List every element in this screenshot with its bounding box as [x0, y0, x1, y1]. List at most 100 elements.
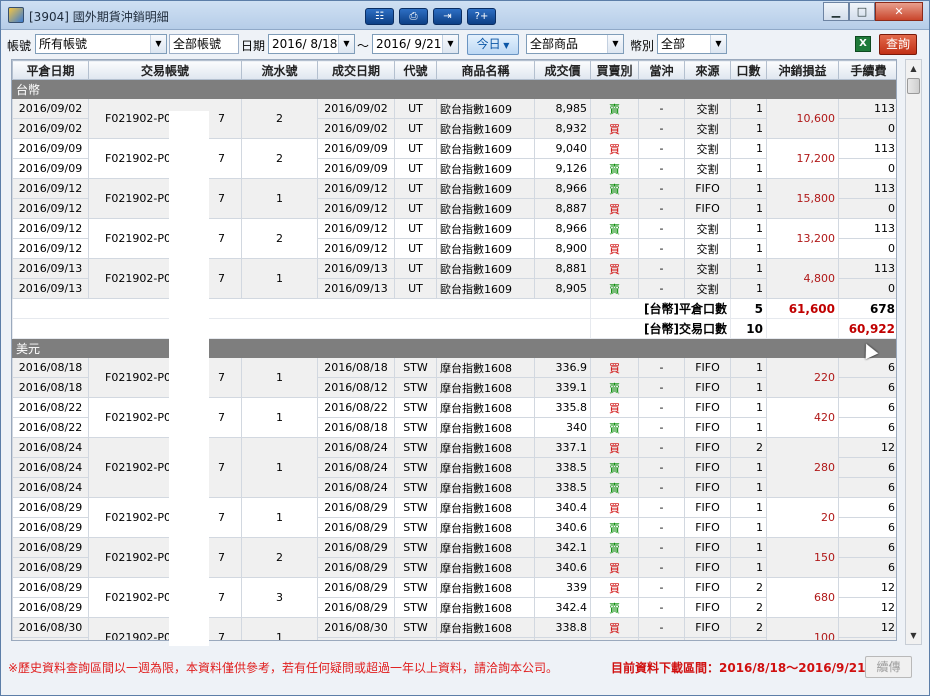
- source-cell: FIFO: [684, 597, 731, 618]
- close-date-cell: 2016/08/24: [12, 437, 89, 458]
- product-name-cell: 摩台指數1608: [436, 417, 535, 438]
- layout-icon[interactable]: ☷: [365, 8, 394, 25]
- vertical-scrollbar[interactable]: ▲ ▼: [905, 59, 922, 645]
- table-row[interactable]: 2016/09/13 F021902-P02 7 1 2016/09/13 UT 歐台指數1…: [12, 258, 896, 299]
- currency-select[interactable]: 全部 ▼: [657, 34, 727, 54]
- trade-date-cell: 2016/09/12: [317, 238, 395, 259]
- table-row[interactable]: 2016/08/18 F021902-P02 7 1 2016/08/18 STW 摩台指數…: [12, 357, 896, 398]
- table-row[interactable]: 2016/09/02 F021902-P02 7 2 2016/09/02 UT 歐台指數1…: [12, 98, 896, 139]
- account-cell: F021902-P02 7: [88, 178, 242, 219]
- table-row[interactable]: 2016/09/09 F021902-P02 7 2 2016/09/09 UT 歐台指數1…: [12, 138, 896, 179]
- side-cell: 賣: [590, 517, 639, 538]
- trade-date-cell: 2016/08/29: [317, 497, 395, 518]
- summary-row: [台幣]交易口數 10 60,922: [12, 318, 896, 339]
- table-row[interactable]: 2016/09/12 F021902-P02 7 2 2016/09/12 UT 歐台指數1…: [12, 218, 896, 259]
- column-header[interactable]: 商品名稱: [436, 60, 535, 80]
- fee-cell: 12: [838, 597, 896, 618]
- excel-export-icon[interactable]: X: [855, 36, 871, 52]
- grid-header-row: 平倉日期 交易帳號 流水號 成交日期 代號 商品名稱 成交價 買賣別 當沖 來源 口數 沖銷損益 手續費: [12, 60, 896, 80]
- side-cell: 買: [590, 198, 639, 219]
- qty-cell: 2: [730, 617, 767, 638]
- column-header[interactable]: 當沖: [638, 60, 685, 80]
- product-select[interactable]: 全部商品 ▼: [526, 34, 624, 54]
- print-icon[interactable]: ⎙: [399, 8, 428, 25]
- table-row[interactable]: 2016/08/24 F021902-P02 7 1 2016/08/24 STW 摩台指數…: [12, 437, 896, 498]
- minimize-button[interactable]: ▁: [823, 2, 849, 21]
- column-header[interactable]: 流水號: [241, 60, 318, 80]
- table-row[interactable]: 2016/08/22 F021902-P02 7 1 2016/08/22 STW 摩台指數…: [12, 397, 896, 438]
- source-cell: FIFO: [684, 577, 731, 598]
- table-row[interactable]: 2016/08/29 F021902-P02 7 3 2016/08/29 STW 摩台指數…: [12, 577, 896, 618]
- table-row[interactable]: 2016/09/12 F021902-P02 7 1 2016/09/12 UT 歐台指數1…: [12, 178, 896, 219]
- close-button[interactable]: ✕: [875, 2, 923, 21]
- fee-cell: 0: [838, 158, 896, 179]
- column-header[interactable]: 口數: [730, 60, 767, 80]
- column-header[interactable]: 來源: [684, 60, 731, 80]
- scroll-up-icon[interactable]: ▲: [906, 60, 921, 77]
- scroll-thumb[interactable]: [907, 78, 920, 94]
- close-date-cell: 2016/08/30: [12, 617, 89, 638]
- account-cell: F021902-P02 7: [88, 258, 242, 299]
- price-cell: 338.8: [534, 617, 591, 638]
- pnl-cell: 100: [766, 617, 839, 640]
- product-name-cell: 歐台指數1609: [436, 158, 535, 179]
- side-cell: 買: [590, 577, 639, 598]
- trade-date-cell: 2016/08/22: [317, 397, 395, 418]
- column-header[interactable]: 買賣別: [590, 60, 639, 80]
- column-header[interactable]: 平倉日期: [12, 60, 89, 80]
- column-header[interactable]: 成交價: [534, 60, 591, 80]
- product-name-cell: 摩台指數1608: [436, 497, 535, 518]
- maximize-button[interactable]: □: [849, 2, 875, 21]
- account-prefix: F021902-P02: [105, 591, 178, 604]
- continue-download-button[interactable]: 續傳: [865, 656, 912, 678]
- pnl-cell: 220: [766, 357, 839, 398]
- date-to-picker[interactable]: 2016/ 9/21 ▼: [372, 34, 459, 54]
- column-header[interactable]: 成交日期: [317, 60, 395, 80]
- qty-cell: 1: [730, 497, 767, 518]
- column-header[interactable]: 沖銷損益: [766, 60, 839, 80]
- summary-qty: 5: [730, 298, 767, 319]
- query-button[interactable]: 查詢: [879, 34, 917, 55]
- table-row[interactable]: 2016/08/30 F021902-P02 7 1 2016/08/30 STW 摩台指數…: [12, 617, 896, 640]
- close-date-cell: 2016/09/13: [12, 278, 89, 299]
- column-header[interactable]: 代號: [394, 60, 437, 80]
- pnl-cell: 17,200: [766, 138, 839, 179]
- side-cell: 賣: [590, 417, 639, 438]
- symbol-cell: UT: [394, 198, 437, 219]
- date-to-value: 2016/ 9/21: [376, 37, 442, 51]
- account-select[interactable]: 所有帳號 ▼: [35, 34, 167, 54]
- table-row[interactable]: 2016/08/29 F021902-P02 7 2 2016/08/29 STW 摩台指數…: [12, 537, 896, 578]
- fee-cell: 6: [838, 417, 896, 438]
- qty-cell: 1: [730, 138, 767, 159]
- product-name-cell: 摩台指數1608: [436, 617, 535, 638]
- price-cell: 8,905: [534, 278, 591, 299]
- column-header[interactable]: 手續費: [838, 60, 896, 80]
- column-header[interactable]: 交易帳號: [88, 60, 242, 80]
- close-date-cell: 2016/09/02: [12, 98, 89, 119]
- account-prefix: F021902-P02: [105, 272, 178, 285]
- date-from-picker[interactable]: 2016/ 8/18 ▼: [268, 34, 355, 54]
- source-cell: FIFO: [684, 477, 731, 498]
- qty-cell: 1: [730, 218, 767, 239]
- table-row[interactable]: 2016/08/29 F021902-P02 7 1 2016/08/29 STW 摩台指數…: [12, 497, 896, 538]
- qty-cell: 1: [730, 158, 767, 179]
- chevron-down-icon: ▼: [442, 35, 458, 53]
- daytrade-cell: -: [638, 278, 685, 299]
- today-button[interactable]: 今日 ▼: [467, 34, 519, 55]
- symbol-cell: UT: [394, 258, 437, 279]
- export-icon[interactable]: ⇥: [433, 8, 462, 25]
- symbol-cell: STW: [394, 537, 437, 558]
- source-cell: 交割: [684, 278, 731, 299]
- scroll-down-icon[interactable]: ▼: [906, 627, 921, 644]
- price-cell: 8,887: [534, 198, 591, 219]
- account-name-field[interactable]: 全部帳號: [169, 34, 239, 54]
- symbol-cell: UT: [394, 118, 437, 139]
- account-suffix: 7: [217, 591, 225, 604]
- qty-cell: 1: [730, 477, 767, 498]
- chevron-down-icon: ▼: [500, 41, 510, 50]
- symbol-cell: UT: [394, 178, 437, 199]
- price-cell: 8,932: [534, 118, 591, 139]
- pnl-cell: 420: [766, 397, 839, 438]
- help-icon[interactable]: ?+: [467, 8, 496, 25]
- close-date-cell: 2016/08/29: [12, 557, 89, 578]
